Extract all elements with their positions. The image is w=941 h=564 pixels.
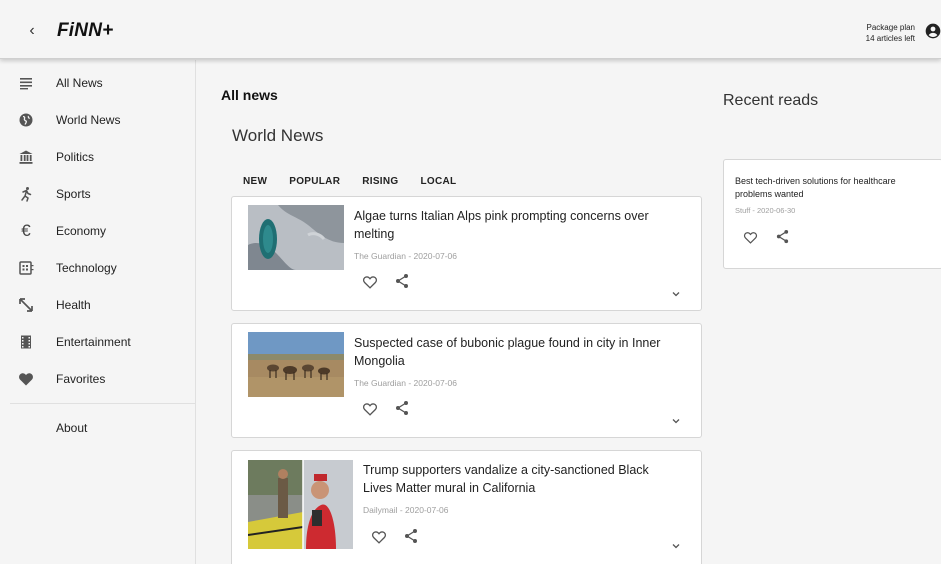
tab-local[interactable]: LOCAL — [420, 176, 456, 187]
sidebar-item-label: World News — [56, 112, 121, 127]
article-title[interactable]: Algae turns Italian Alps pink prompting … — [354, 207, 664, 243]
tab-rising[interactable]: RISING — [362, 176, 398, 187]
article-meta: The Guardian - 2020-07-06 — [354, 251, 458, 261]
sidebar-item-label: About — [56, 420, 88, 435]
article-thumbnail — [248, 205, 344, 270]
runner-icon — [21, 186, 32, 202]
articles-left: 14 articles left — [865, 34, 915, 43]
tab-new[interactable]: NEW — [243, 176, 267, 187]
globe-icon — [19, 113, 33, 126]
sidebar-item-label: Entertainment — [56, 334, 131, 349]
sidebar-item-label: All News — [56, 75, 103, 90]
share-icon[interactable] — [394, 273, 410, 289]
package-plan-info: Package plan 14 articles left — [866, 22, 915, 44]
tab-popular[interactable]: POPULAR — [289, 176, 340, 187]
sidebar-divider — [10, 403, 195, 404]
sidebar-item-label: Economy — [56, 223, 107, 238]
recent-read-meta: Stuff - 2020-06-30 — [735, 206, 796, 215]
section-title: World News — [232, 126, 324, 145]
article-thumbnail — [248, 460, 353, 549]
sidebar-item-sports[interactable]: Sports — [0, 175, 195, 212]
chevron-down-icon[interactable] — [671, 541, 681, 551]
page-title: All news — [221, 87, 278, 103]
back-button[interactable]: ‹ — [24, 22, 40, 40]
account-circle-icon[interactable] — [925, 23, 941, 39]
favorite-outline-icon[interactable] — [371, 529, 387, 545]
sidebar-item-favorites[interactable]: Favorites — [0, 360, 195, 397]
sidebar-item-entertainment[interactable]: Entertainment — [0, 323, 195, 360]
favorite-outline-icon[interactable] — [362, 401, 378, 417]
recent-reads-title: Recent reads — [723, 92, 819, 109]
chevron-down-icon[interactable] — [671, 416, 681, 426]
app-logo[interactable]: FiNN+ — [57, 20, 113, 42]
bank-icon — [19, 150, 33, 164]
sidebar-item-politics[interactable]: Politics — [0, 138, 195, 175]
article-card[interactable]: Algae turns Italian Alps pink prompting … — [231, 196, 702, 311]
recent-read-card[interactable]: Best tech-driven solutions for healthcar… — [723, 159, 941, 269]
sidebar-item-economy[interactable]: € Economy — [0, 212, 195, 249]
article-thumbnail — [248, 332, 344, 397]
share-icon[interactable] — [775, 229, 790, 244]
sidebar-item-world-news[interactable]: World News — [0, 101, 195, 138]
plan-label: Package plan — [866, 23, 915, 32]
sidebar-item-label: Favorites — [56, 371, 106, 386]
article-title[interactable]: Suspected case of bubonic plague found i… — [354, 334, 664, 370]
chevron-down-icon[interactable] — [671, 289, 681, 299]
sidebar-item-health[interactable]: Health — [0, 286, 195, 323]
sidebar-item-label: Sports — [56, 186, 91, 201]
app-bar: ‹ FiNN+ Package plan 14 articles left — [0, 0, 941, 59]
favorite-outline-icon[interactable] — [362, 274, 378, 290]
sidebar: All News World News Politics Sports € Ec… — [0, 60, 196, 564]
list-icon — [20, 77, 32, 89]
sidebar-item-label: Politics — [56, 149, 95, 164]
share-icon[interactable] — [403, 528, 419, 544]
article-title[interactable]: Trump supporters vandalize a city-sancti… — [363, 461, 673, 497]
arrows-icon — [19, 297, 33, 312]
news-tabs: NEW POPULAR RISING LOCAL — [243, 176, 478, 187]
sidebar-item-technology[interactable]: Technology — [0, 249, 195, 286]
heart-icon — [19, 372, 33, 385]
sidebar-item-label: Health — [56, 297, 91, 312]
favorite-outline-icon[interactable] — [743, 230, 758, 245]
film-icon — [21, 335, 31, 348]
sidebar-item-all-news[interactable]: All News — [0, 64, 195, 101]
article-meta: Dailymail - 2020-07-06 — [363, 505, 449, 515]
article-card[interactable]: Trump supporters vandalize a city-sancti… — [231, 450, 702, 564]
share-icon[interactable] — [394, 400, 410, 416]
euro-icon: € — [21, 220, 31, 240]
recent-read-title[interactable]: Best tech-driven solutions for healthcar… — [735, 175, 935, 201]
chip-icon — [19, 260, 34, 275]
sidebar-item-about[interactable]: About — [0, 409, 195, 446]
article-meta: The Guardian - 2020-07-06 — [354, 378, 458, 388]
article-card[interactable]: Suspected case of bubonic plague found i… — [231, 323, 702, 438]
sidebar-item-label: Technology — [56, 260, 117, 275]
